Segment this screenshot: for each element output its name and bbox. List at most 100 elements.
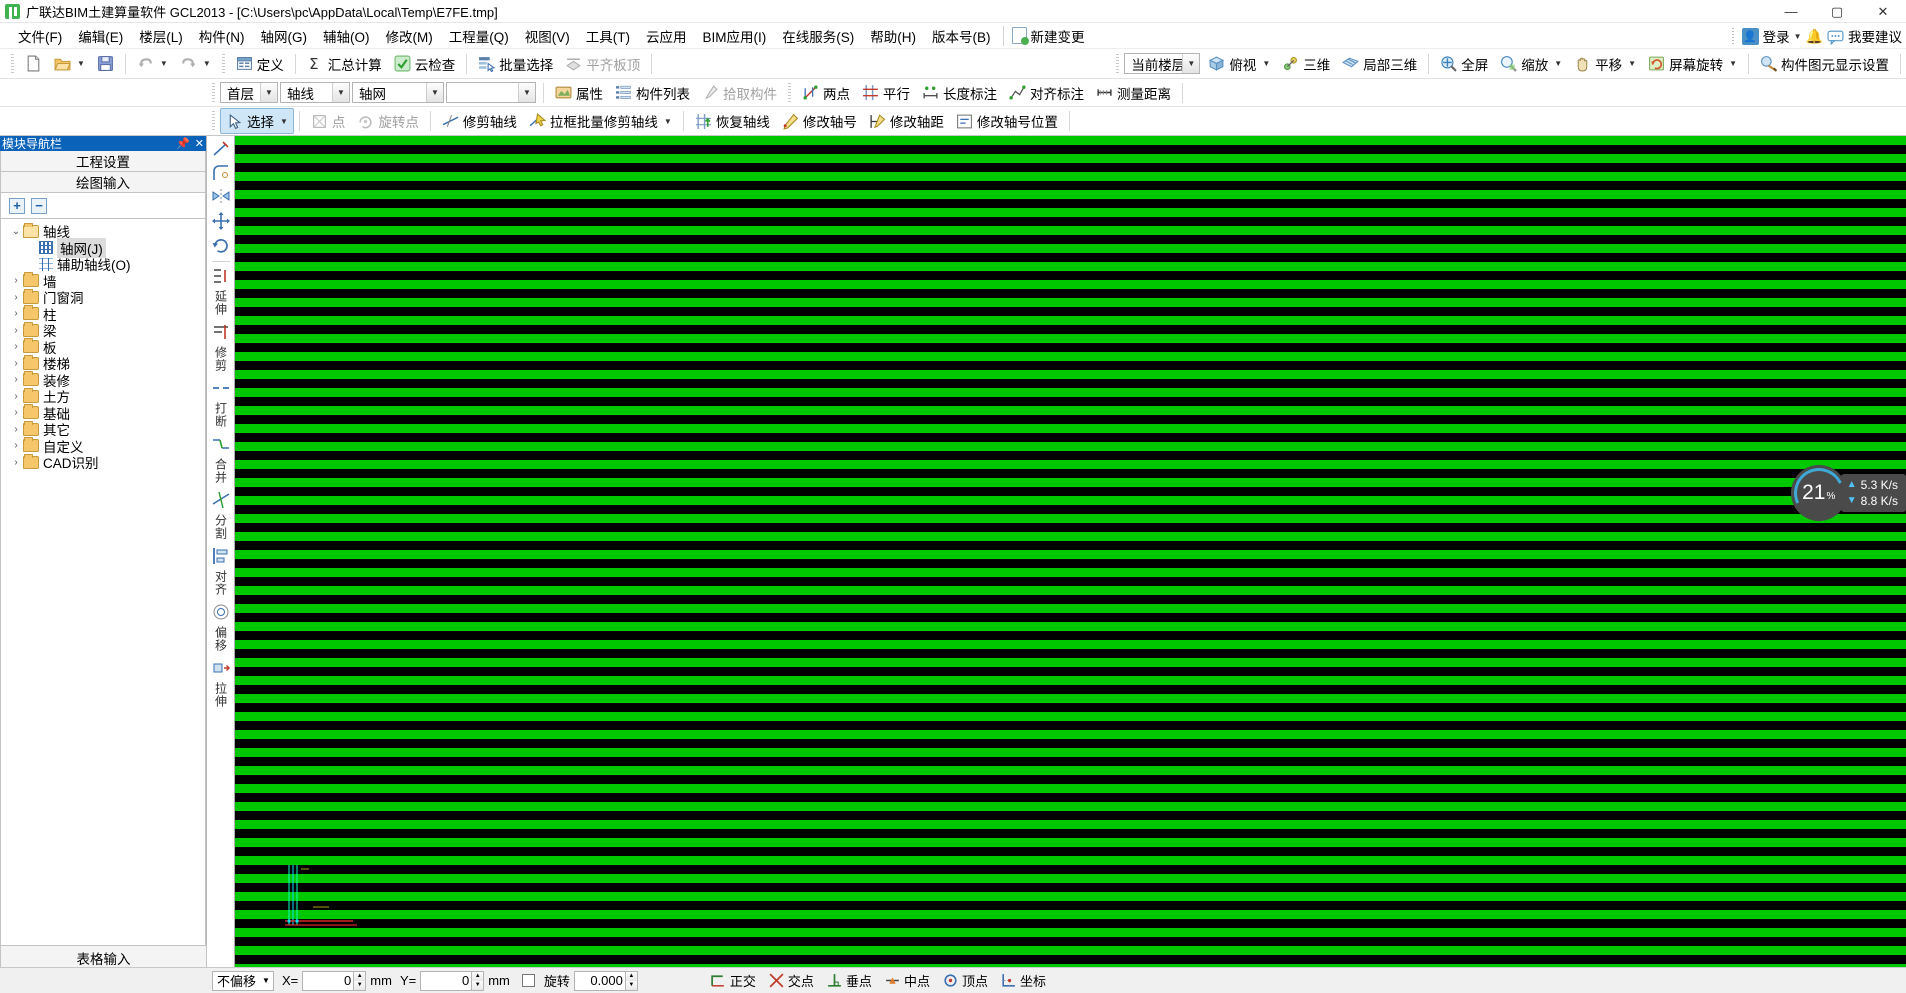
current-floor-chevron-down-icon[interactable]: ▼ xyxy=(1182,54,1200,73)
tab-drawing-input[interactable]: 绘图输入 xyxy=(0,172,206,193)
user-avatar-icon[interactable]: 👤 xyxy=(1741,27,1759,45)
fullscreen-button[interactable]: 全屏 xyxy=(1434,51,1494,77)
x-stepper[interactable]: ▲ ▼ xyxy=(354,970,367,991)
y-input[interactable]: 0 xyxy=(420,970,473,991)
open-chevron-down-icon[interactable]: ▼ xyxy=(77,59,85,68)
box-batch-trim-axis-button[interactable]: 拉框批量修剪轴线 ▼ xyxy=(523,108,678,134)
redo-button[interactable]: ▼ xyxy=(174,52,217,75)
screen-rotate-button[interactable]: 屏幕旋转 ▼ xyxy=(1642,51,1743,77)
snap-perpendicular[interactable]: 垂点 xyxy=(826,971,872,990)
component-tree[interactable]: ⌄ 轴线 轴网(J) 辅助轴线(O) › 墙 › 门窗洞 › 柱 › 梁 › 板… xyxy=(0,219,206,993)
summary-calc-button[interactable]: Σ 汇总计算 xyxy=(301,51,388,77)
modify-axis-number-button[interactable]: 修改轴号 xyxy=(776,108,863,134)
login-chevron-down-icon[interactable]: ▼ xyxy=(1794,32,1802,41)
new-file-button[interactable] xyxy=(19,52,48,75)
expander-icon[interactable]: › xyxy=(9,407,23,418)
tree-item-wall[interactable]: › 墙 xyxy=(1,272,205,290)
snap-coordinate[interactable]: 坐标 xyxy=(1000,971,1046,990)
toolbar3-grip[interactable] xyxy=(212,111,215,131)
top-view-button[interactable]: 俯视 ▼ xyxy=(1202,51,1276,77)
extend-tool-icon[interactable] xyxy=(211,139,231,159)
open-file-button[interactable]: ▼ xyxy=(48,52,91,75)
notification-bell-icon[interactable]: 🔔 xyxy=(1806,28,1823,45)
expand-all-button[interactable]: + xyxy=(9,197,25,214)
tree-item-slab[interactable]: › 板 xyxy=(1,338,205,356)
tree-item-beam[interactable]: › 梁 xyxy=(1,321,205,339)
select-tool-chevron-down-icon[interactable]: ▼ xyxy=(280,117,288,126)
toolbar-grip-2[interactable] xyxy=(221,53,225,74)
x-input[interactable]: 0 xyxy=(302,970,355,991)
top-view-chevron-down-icon[interactable]: ▼ xyxy=(1262,59,1270,68)
expander-icon[interactable]: › xyxy=(9,358,23,369)
merge-icon[interactable] xyxy=(211,434,231,454)
pick-component-button[interactable]: 拾取构件 xyxy=(696,80,783,106)
extend-icon[interactable] xyxy=(211,266,231,286)
batch-select-button[interactable]: 批量选择 xyxy=(472,51,559,77)
close-button[interactable]: ✕ xyxy=(1860,0,1906,23)
component-list-button[interactable]: 构件列表 xyxy=(609,80,696,106)
drawing-canvas[interactable]: 21 % ▲ 5.3 K/s ▼ 8.8 K/s xyxy=(235,136,1906,993)
offset-icon[interactable] xyxy=(211,602,231,622)
three-d-button[interactable]: 三维 xyxy=(1276,51,1336,77)
snap-ortho[interactable]: 正交 xyxy=(710,971,756,990)
two-point-button[interactable]: 两点 xyxy=(796,80,856,106)
mirror-tool-icon[interactable] xyxy=(211,187,231,207)
download-speed-widget[interactable]: 21 % ▲ 5.3 K/s ▼ 8.8 K/s xyxy=(1790,464,1906,521)
split-icon[interactable] xyxy=(211,490,231,510)
tree-item-cad-recognition[interactable]: › CAD识别 xyxy=(1,453,205,471)
tree-item-aux-axis[interactable]: 辅助轴线(O) xyxy=(1,256,205,273)
expander-icon[interactable]: › xyxy=(9,440,23,451)
toolbar2-grip[interactable] xyxy=(212,82,215,103)
y-stepper[interactable]: ▲ ▼ xyxy=(472,970,485,991)
modify-axis-number-position-button[interactable]: 修改轴号位置 xyxy=(950,108,1064,134)
minimize-button[interactable]: — xyxy=(1768,0,1814,23)
expander-icon[interactable]: › xyxy=(9,424,23,435)
pan-button[interactable]: 平移 ▼ xyxy=(1568,51,1642,77)
move-tool-icon[interactable] xyxy=(211,211,231,231)
snap-vertex[interactable]: 顶点 xyxy=(942,971,988,990)
menu-item-modify[interactable]: 修改(M) xyxy=(378,23,441,49)
define-button[interactable]: 定义 xyxy=(230,51,290,77)
expander-icon[interactable]: › xyxy=(9,457,23,468)
rotate-stepper[interactable]: ▲ ▼ xyxy=(625,970,638,991)
expander-icon[interactable]: › xyxy=(9,341,23,352)
restore-axis-button[interactable]: 恢复轴线 xyxy=(689,108,776,134)
offset-mode-chevron-down-icon[interactable]: ▼ xyxy=(259,976,273,985)
toolbar-grip-3[interactable] xyxy=(1116,53,1120,74)
menu-item-file[interactable]: 文件(F) xyxy=(10,23,70,49)
menu-item-auxaxis[interactable]: 辅轴(O) xyxy=(315,23,378,49)
expander-icon[interactable]: › xyxy=(9,308,23,319)
rotate-checkbox[interactable] xyxy=(521,974,535,987)
pan-chevron-down-icon[interactable]: ▼ xyxy=(1628,59,1636,68)
modify-axis-spacing-button[interactable]: 修改轴距 xyxy=(863,108,950,134)
offset-mode-combo[interactable]: 不偏移 ▼ xyxy=(212,970,274,991)
toolbar-grip[interactable] xyxy=(11,53,14,74)
trim-axis-button[interactable]: 修剪轴线 xyxy=(436,108,523,134)
component-type-combo-chevron-down-icon[interactable]: ▼ xyxy=(426,83,443,102)
tree-item-custom[interactable]: › 自定义 xyxy=(1,437,205,455)
menu-item-tools[interactable]: 工具(T) xyxy=(578,23,638,49)
parallel-button[interactable]: 平行 xyxy=(856,80,916,106)
align-icon[interactable] xyxy=(211,546,231,566)
floor-combo-chevron-down-icon[interactable]: ▼ xyxy=(260,83,277,102)
select-tool-button[interactable]: 选择 ▼ xyxy=(220,108,294,134)
properties-button[interactable]: 属性 xyxy=(549,80,609,106)
expander-icon[interactable]: › xyxy=(9,292,23,303)
undo-button[interactable]: ▼ xyxy=(131,52,174,75)
menu-item-cloudapp[interactable]: 云应用 xyxy=(638,23,695,49)
tree-item-door-window[interactable]: › 门窗洞 xyxy=(1,288,205,306)
toolbar2-grip-2[interactable] xyxy=(788,82,791,103)
undo-chevron-down-icon[interactable]: ▼ xyxy=(160,59,168,68)
element-display-settings-button[interactable]: 构件图元显示设置 xyxy=(1754,51,1895,77)
expander-icon[interactable]: › xyxy=(9,391,23,402)
trim-icon[interactable] xyxy=(211,322,231,342)
stretch-icon[interactable] xyxy=(211,658,231,678)
local-three-d-button[interactable]: 局部三维 xyxy=(1336,51,1423,77)
menu-item-quantity[interactable]: 工程量(Q) xyxy=(441,23,517,49)
menu-item-axisnet[interactable]: 轴网(G) xyxy=(253,23,316,49)
pin-icon[interactable]: 📌 xyxy=(176,137,190,150)
component-name-combo[interactable]: ▼ xyxy=(446,82,536,103)
component-name-combo-chevron-down-icon[interactable]: ▼ xyxy=(518,83,535,102)
menu-item-onlineservice[interactable]: 在线服务(S) xyxy=(774,23,862,49)
break-icon[interactable] xyxy=(211,378,231,398)
